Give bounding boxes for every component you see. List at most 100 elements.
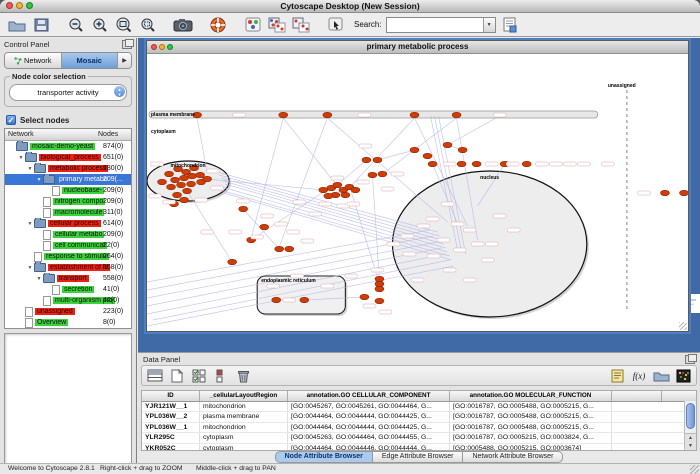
graph-node[interactable]: [375, 286, 384, 292]
graph-node[interactable]: [375, 298, 384, 304]
tree-row[interactable]: unassigned223(0): [5, 306, 131, 317]
tree-row[interactable]: ▼metabolic process280(0): [5, 163, 131, 174]
table-column-header[interactable]: annotation.GO CELLULAR_COMPONENT: [288, 391, 450, 401]
network-overlay-a-icon[interactable]: [267, 16, 287, 34]
tab-edge-attribute-browser[interactable]: Edge Attribute Browser: [373, 451, 464, 463]
tree-row[interactable]: Overview8(0): [5, 317, 131, 328]
tree-row[interactable]: ▼cellular process614(0): [5, 218, 131, 229]
graph-node[interactable]: [275, 246, 284, 252]
zoom-in-icon[interactable]: [90, 16, 110, 34]
column-nodes[interactable]: Nodes: [98, 129, 131, 140]
graph-node[interactable]: [272, 297, 281, 303]
tree-row[interactable]: mosaic-demo-yeast874(0): [5, 141, 131, 152]
minimize-window-icon[interactable]: [16, 2, 23, 9]
graph-node[interactable]: [260, 224, 269, 230]
graph-node[interactable]: [187, 181, 196, 187]
table-column-header[interactable]: ID: [142, 391, 200, 401]
lifering-icon[interactable]: [208, 16, 228, 34]
graph-node[interactable]: [239, 206, 248, 212]
search-input[interactable]: [387, 18, 483, 32]
graph-node[interactable]: [457, 161, 466, 167]
tab-overflow-arrow[interactable]: ▶: [118, 53, 131, 68]
tree-row[interactable]: ▼establishment of lo558(0): [5, 262, 131, 273]
graph-node[interactable]: [228, 259, 237, 265]
close-window-icon[interactable]: [6, 2, 13, 9]
window-resize-grip[interactable]: [679, 322, 687, 330]
notes-icon[interactable]: [608, 368, 626, 384]
tab-network-attribute-browser[interactable]: Network Attribute Browser: [463, 451, 563, 463]
delete-attribute-icon[interactable]: [234, 368, 252, 384]
tree-row[interactable]: nitrogen compo209(0): [5, 196, 131, 207]
table-row[interactable]: YKR052Ccytoplasm[GO:0044464, GO:0044446,…: [142, 444, 696, 451]
graph-node[interactable]: [378, 171, 387, 177]
tree-row[interactable]: response to stimulu264(0): [5, 251, 131, 262]
zoom-region-icon[interactable]: [138, 16, 158, 34]
graph-node[interactable]: [319, 187, 328, 193]
table-row[interactable]: YLR295Ccytoplasm[GO:0045263, GO:0044464,…: [142, 433, 696, 443]
graph-node[interactable]: [423, 153, 432, 159]
graph-node[interactable]: [324, 193, 333, 199]
expander-icon[interactable]: ▼: [26, 166, 34, 172]
table-row[interactable]: YPL036W__2plasma membrane[GO:0044464, GO…: [142, 412, 696, 422]
graph-node[interactable]: [177, 182, 186, 188]
float-data-panel-icon[interactable]: [685, 355, 695, 364]
tree-row[interactable]: ▼transport558(0): [5, 273, 131, 284]
new-attribute-icon[interactable]: [168, 368, 186, 384]
expander-icon[interactable]: ▼: [26, 265, 34, 271]
node-color-dropdown[interactable]: transporter activity ▲▼: [9, 84, 127, 101]
heatmap-icon[interactable]: [674, 368, 692, 384]
graph-node[interactable]: [165, 171, 174, 177]
graph-node[interactable]: [323, 112, 332, 118]
open-file-icon[interactable]: [7, 16, 27, 34]
graph-node[interactable]: [443, 142, 452, 148]
formula-builder-icon[interactable]: f(x): [630, 368, 648, 384]
expander-icon[interactable]: ▼: [17, 155, 25, 161]
app-resize-grip[interactable]: [690, 465, 699, 474]
graph-node[interactable]: [458, 147, 467, 153]
tree-row[interactable]: macromolecule311(0): [5, 207, 131, 218]
select-mode-icon[interactable]: [326, 16, 346, 34]
tree-row[interactable]: cell communicat22(0): [5, 240, 131, 251]
graph-node[interactable]: [351, 187, 360, 193]
graph-node[interactable]: [522, 161, 531, 167]
network-window-titlebar[interactable]: primary metabolic process: [147, 41, 688, 54]
graph-node[interactable]: [679, 190, 688, 196]
table-column-header[interactable]: annotation.GO MOLECULAR_FUNCTION: [450, 391, 612, 401]
search-dropdown-icon[interactable]: ▼: [483, 18, 495, 32]
graph-node[interactable]: [410, 147, 419, 153]
zoom-fit-icon[interactable]: [114, 16, 134, 34]
graph-node[interactable]: [472, 161, 481, 167]
column-network[interactable]: Network: [5, 129, 98, 140]
table-column-header[interactable]: [612, 391, 662, 401]
tree-row[interactable]: ▼biological_process651(0): [5, 152, 131, 163]
graph-node[interactable]: [452, 112, 461, 118]
tab-network[interactable]: Network: [5, 53, 62, 68]
graph-node[interactable]: [180, 175, 189, 181]
tree-row[interactable]: multi-organism pro42(0): [5, 295, 131, 306]
graph-node[interactable]: [188, 173, 197, 179]
tree-row[interactable]: secretion41(0): [5, 284, 131, 295]
expander-icon[interactable]: ▼: [26, 221, 34, 227]
graph-node[interactable]: [373, 157, 382, 163]
zoom-window-icon[interactable]: [26, 2, 33, 9]
tree-row[interactable]: ▼primary metabo209(...: [5, 174, 131, 185]
graph-node[interactable]: [180, 197, 189, 203]
birdseye-view-panel[interactable]: [4, 333, 132, 467]
zoom-view-icon[interactable]: [167, 44, 173, 50]
network-canvas[interactable]: plasma membranemitochondrionnucleusendop…: [147, 54, 688, 332]
tree-row[interactable]: cellular metabo209(0): [5, 229, 131, 240]
scrollbar-arrows[interactable]: ▲▼: [685, 433, 696, 450]
network-overlay-b-icon[interactable]: [291, 16, 311, 34]
expander-icon[interactable]: ▼: [35, 276, 43, 282]
graph-node[interactable]: [362, 157, 371, 163]
float-panel-icon[interactable]: [122, 40, 132, 49]
zoom-out-icon[interactable]: [66, 16, 86, 34]
table-column-header[interactable]: _cellularLayoutRegion: [200, 391, 288, 401]
attribute-table-icon[interactable]: [146, 368, 164, 384]
attribute-browser-icon[interactable]: [500, 16, 520, 34]
table-scrollbar[interactable]: ▲▼: [684, 401, 696, 450]
graph-node[interactable]: [410, 112, 419, 118]
graph-node[interactable]: [167, 184, 176, 190]
graph-node[interactable]: [368, 172, 377, 178]
graph-node[interactable]: [173, 192, 182, 198]
